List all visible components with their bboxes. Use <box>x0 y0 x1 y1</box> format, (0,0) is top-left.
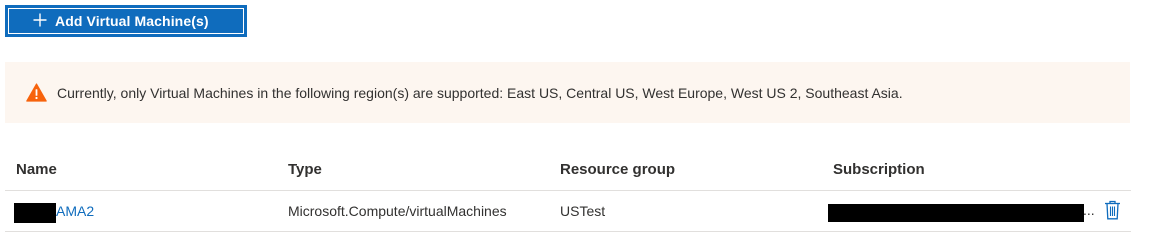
vm-type-cell: Microsoft.Compute/virtualMachines <box>288 203 507 219</box>
warning-icon <box>26 83 47 102</box>
subscription-ellipsis: ... <box>1083 202 1095 218</box>
table-row: AMA2 Microsoft.Compute/virtualMachines U… <box>5 191 1131 232</box>
column-header-subscription[interactable]: Subscription <box>833 161 925 178</box>
add-virtual-machines-button[interactable]: Add Virtual Machine(s) <box>5 5 247 37</box>
plus-icon <box>33 13 47 27</box>
vm-name-link[interactable]: AMA2 <box>56 203 94 219</box>
resource-group-cell: USTest <box>560 203 606 219</box>
region-warning-banner: Currently, only Virtual Machines in the … <box>5 62 1130 123</box>
redacted-name-prefix <box>14 203 56 223</box>
table-header: Name Type Resource group Subscription <box>5 152 1131 191</box>
vm-table: Name Type Resource group Subscription AM… <box>5 152 1131 232</box>
redacted-subscription <box>828 204 1084 222</box>
column-header-resource-group[interactable]: Resource group <box>560 161 675 178</box>
warning-message: Currently, only Virtual Machines in the … <box>57 84 903 101</box>
column-header-name[interactable]: Name <box>16 161 57 178</box>
add-button-label: Add Virtual Machine(s) <box>55 13 209 29</box>
trash-icon[interactable] <box>1104 200 1121 220</box>
column-header-type[interactable]: Type <box>288 161 322 178</box>
add-vm-panel: Add Virtual Machine(s) Currently, only V… <box>0 0 1152 236</box>
